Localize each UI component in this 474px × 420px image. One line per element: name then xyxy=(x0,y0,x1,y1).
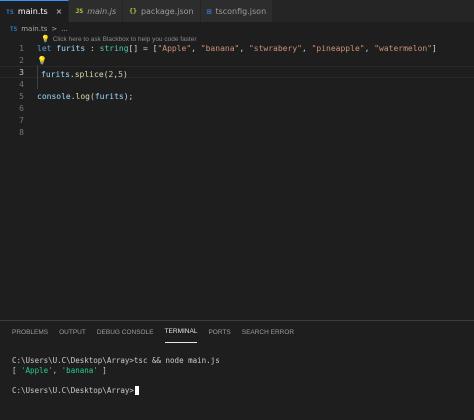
code-line-6[interactable]: 6 xyxy=(0,102,474,114)
code-line-4[interactable]: 4 xyxy=(0,77,474,91)
breadcrumb: TS main.ts > ... xyxy=(10,24,68,34)
tab-label: tsconfig.json xyxy=(215,6,267,16)
tab-label: main.ts xyxy=(17,7,48,16)
terminal-command-line: C:\Users\U.C\Desktop\Array>tsc && node m… xyxy=(12,355,220,365)
breadcrumb-file[interactable]: main.ts xyxy=(21,25,47,33)
tsconfig-icon: ⊞ xyxy=(206,6,212,16)
line-number: 8 xyxy=(19,127,24,137)
code-text: furits.splice(2,5) xyxy=(28,65,128,79)
code-editor[interactable]: 💡 Click here to ask Blackbox to help you… xyxy=(0,34,474,320)
tab-problems[interactable]: PROBLEMS xyxy=(12,321,48,343)
tab-terminal[interactable]: TERMINAL xyxy=(164,321,198,343)
typescript-icon: TS xyxy=(6,7,14,16)
code-text: 💡 xyxy=(28,56,47,65)
terminal-prompt: C:\Users\U.C\Desktop\Array> xyxy=(12,385,134,395)
terminal-output-line: [ 'Apple', 'banana' ] xyxy=(12,365,107,375)
tab-package-json[interactable]: {} package.json xyxy=(123,0,201,22)
line-number: 6 xyxy=(19,103,24,113)
typescript-icon: TS xyxy=(10,25,18,33)
tab-main-js[interactable]: JS main.js xyxy=(69,0,124,22)
line-number: 4 xyxy=(19,79,24,89)
line-number: 2 xyxy=(19,55,24,65)
breadcrumb-separator: > xyxy=(51,25,58,33)
tab-output[interactable]: OUTPUT xyxy=(59,321,86,343)
breadcrumb-more[interactable]: ... xyxy=(61,25,68,33)
line-number: 1 xyxy=(19,43,24,53)
code-text xyxy=(28,77,41,91)
tab-search-error[interactable]: SEARCH ERROR xyxy=(242,321,294,343)
code-line-5[interactable]: 5 console.log(furits); xyxy=(0,90,474,102)
code-line-3[interactable]: 3 furits.splice(2,5) xyxy=(0,65,474,79)
code-line-1[interactable]: 1 let furits : string[] = ["Apple", "ban… xyxy=(0,42,474,54)
tab-ports[interactable]: PORTS xyxy=(208,321,230,343)
terminal-cursor xyxy=(134,385,139,395)
line-number: 7 xyxy=(19,115,24,125)
terminal[interactable]: C:\Users\U.C\Desktop\Array>tsc && node m… xyxy=(12,355,220,395)
close-icon[interactable]: × xyxy=(56,7,63,16)
tab-label: package.json xyxy=(140,6,194,16)
lightbulb-icon[interactable]: 💡 xyxy=(37,56,47,65)
javascript-icon: JS xyxy=(75,7,84,15)
tab-tsconfig-json[interactable]: ⊞ tsconfig.json xyxy=(200,0,274,22)
tab-main-ts[interactable]: TS main.ts × xyxy=(0,0,70,22)
code-text: let furits : string[] = ["Apple", "banan… xyxy=(37,43,437,53)
code-text: console.log(furits); xyxy=(37,91,134,101)
tab-debug-console[interactable]: DEBUG CONSOLE xyxy=(97,321,154,343)
json-icon: {} xyxy=(129,7,137,15)
code-line-8[interactable]: 8 xyxy=(0,126,474,138)
panel-tabs: PROBLEMS OUTPUT DEBUG CONSOLE TERMINAL P… xyxy=(0,321,474,343)
line-number: 5 xyxy=(19,91,24,101)
line-number: 3 xyxy=(19,67,24,77)
code-line-7[interactable]: 7 xyxy=(0,114,474,126)
editor-tab-bar: TS main.ts × JS main.js {} package.json … xyxy=(0,0,474,22)
terminal-prompt-line[interactable]: C:\Users\U.C\Desktop\Array> xyxy=(12,385,220,395)
bottom-panel: PROBLEMS OUTPUT DEBUG CONSOLE TERMINAL P… xyxy=(0,320,474,420)
tab-label: main.js xyxy=(87,6,117,16)
